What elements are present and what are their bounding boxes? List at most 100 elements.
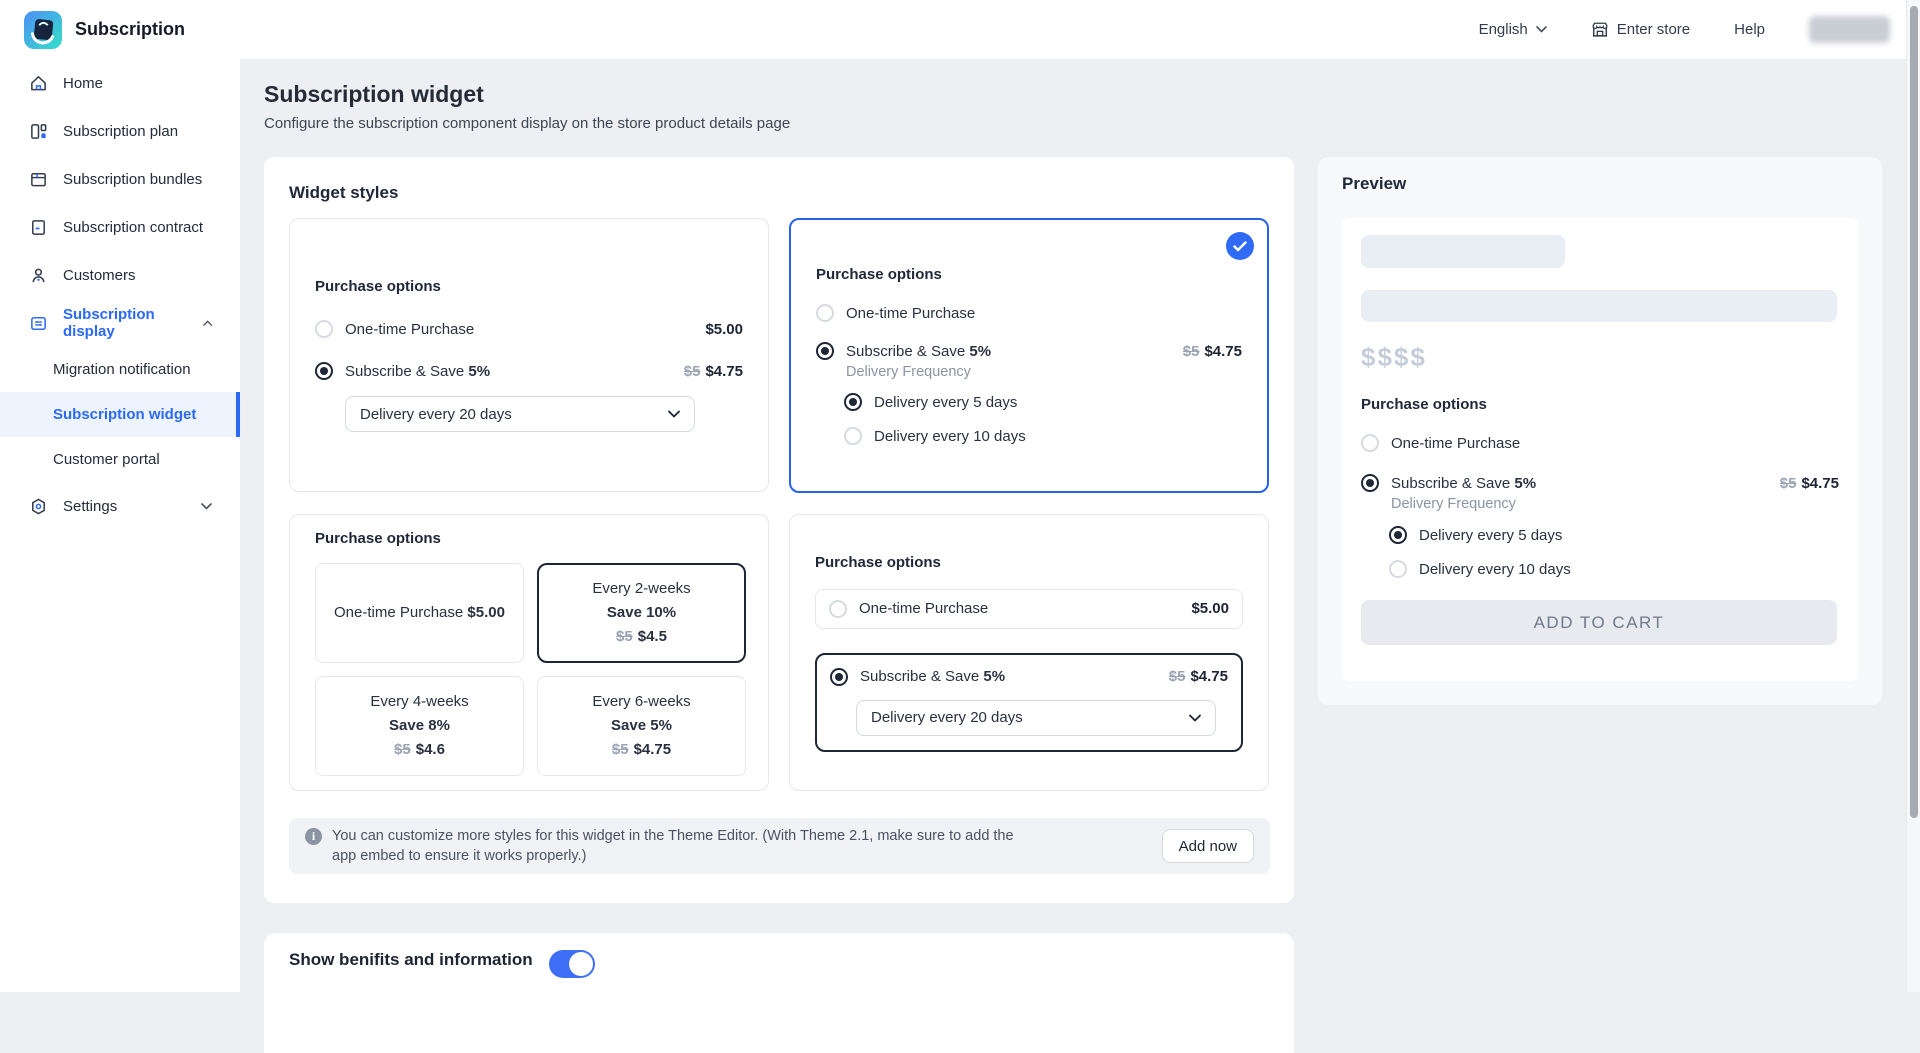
purchase-options-heading: Purchase options xyxy=(1361,396,1839,413)
sidebar: Home Subscription plan Subscription bund… xyxy=(0,59,240,992)
one-time-label: One-time Purchase xyxy=(1391,435,1520,452)
one-time-option-boxed[interactable]: One-time Purchase $5.00 xyxy=(815,589,1243,629)
delivery-frequency-label: Delivery Frequency xyxy=(1391,496,1839,512)
radio-checked[interactable] xyxy=(1389,526,1407,544)
plan-box-one-time[interactable]: One-time Purchase $5.00 xyxy=(315,563,524,663)
selected-badge xyxy=(1226,232,1254,260)
sidebar-item-subscription-display[interactable]: Subscription display xyxy=(0,299,240,347)
radio-unchecked[interactable] xyxy=(1389,560,1407,578)
home-icon xyxy=(29,74,48,93)
subscribe-price: $5$4.75 xyxy=(1169,668,1228,685)
store-name-blurred xyxy=(1809,16,1890,43)
subscribe-price: $5$4.75 xyxy=(684,363,743,380)
one-time-option[interactable]: One-time Purchase xyxy=(816,304,1242,322)
preview-title: Preview xyxy=(1342,174,1406,194)
skeleton-product-title xyxy=(1361,235,1565,268)
radio-checked[interactable] xyxy=(315,362,333,380)
sidebar-item-migration-notification[interactable]: Migration notification xyxy=(0,347,240,392)
subscribe-option[interactable]: Subscribe & Save 5% $5$4.75 xyxy=(830,668,1228,686)
sidebar-item-home[interactable]: Home xyxy=(0,59,240,107)
delivery-10-label: Delivery every 10 days xyxy=(874,428,1026,445)
sidebar-item-label: Customer portal xyxy=(53,451,160,468)
storefront-icon xyxy=(1591,21,1609,39)
radio-unchecked[interactable] xyxy=(829,600,847,618)
delivery-10-option[interactable]: Delivery every 10 days xyxy=(1389,560,1839,578)
widget-style-option-1[interactable]: Purchase options One-time Purchase $5.00… xyxy=(289,218,769,492)
help-button[interactable]: Help xyxy=(1734,21,1765,38)
plan-title: Every 2-weeks xyxy=(592,580,690,597)
widget-styles-title: Widget styles xyxy=(289,183,398,203)
subscribe-option[interactable]: Subscribe & Save 5% $5$4.75 xyxy=(1361,474,1839,492)
plan-price: $5$4.5 xyxy=(616,628,667,645)
sidebar-item-label: Subscription contract xyxy=(63,219,203,236)
plan-box-4-weeks[interactable]: Every 4-weeks Save 8% $5$4.6 xyxy=(315,676,524,776)
plan-save: Save 10% xyxy=(607,604,676,621)
subscribe-label: Subscribe & Save 5% xyxy=(345,363,490,380)
delivery-5-option[interactable]: Delivery every 5 days xyxy=(1389,526,1839,544)
bundles-icon xyxy=(29,170,48,189)
radio-checked[interactable] xyxy=(830,668,848,686)
add-to-cart-button[interactable]: ADD TO CART xyxy=(1361,600,1837,645)
widget-style-option-3[interactable]: Purchase options One-time Purchase $5.00… xyxy=(289,514,769,791)
sidebar-item-subscription-plan[interactable]: Subscription plan xyxy=(0,107,240,155)
vertical-scrollbar[interactable] xyxy=(1906,0,1920,992)
plan-box-6-weeks[interactable]: Every 6-weeks Save 5% $5$4.75 xyxy=(537,676,746,776)
sidebar-item-label: Subscription bundles xyxy=(63,171,202,188)
top-bar: Subscription English Enter store Help xyxy=(0,0,1906,59)
plan-save: Save 5% xyxy=(611,717,672,734)
selected-delivery-option: Delivery every 20 days xyxy=(360,406,512,423)
subscribe-option-boxed[interactable]: Subscribe & Save 5% $5$4.75 Delivery eve… xyxy=(815,653,1243,752)
radio-checked[interactable] xyxy=(1361,474,1379,492)
radio-unchecked[interactable] xyxy=(315,320,333,338)
subscribe-price: $5$4.75 xyxy=(1780,475,1839,492)
settings-icon xyxy=(29,497,48,516)
one-time-option[interactable]: One-time Purchase xyxy=(1361,434,1839,452)
subscribe-option[interactable]: Subscribe & Save 5% $5$4.75 xyxy=(315,362,743,380)
sidebar-item-settings[interactable]: Settings xyxy=(0,482,240,530)
enter-store-button[interactable]: Enter store xyxy=(1591,21,1690,39)
sidebar-item-customers[interactable]: Customers xyxy=(0,251,240,299)
plan-grid: One-time Purchase $5.00 Every 2-weeks Sa… xyxy=(315,563,743,776)
language-selector[interactable]: English xyxy=(1479,21,1547,38)
radio-unchecked[interactable] xyxy=(816,304,834,322)
benefits-toggle-on[interactable] xyxy=(549,950,595,978)
delivery-frequency-select[interactable]: Delivery every 20 days xyxy=(345,396,695,432)
radio-unchecked[interactable] xyxy=(1361,434,1379,452)
sidebar-item-customer-portal[interactable]: Customer portal xyxy=(0,437,240,482)
widget-style-option-2-selected[interactable]: Purchase options One-time Purchase Subsc… xyxy=(789,218,1269,493)
radio-checked[interactable] xyxy=(816,342,834,360)
radio-checked[interactable] xyxy=(844,393,862,411)
sidebar-item-subscription-contract[interactable]: Subscription contract xyxy=(0,203,240,251)
one-time-label: One-time Purchase xyxy=(859,600,988,617)
scrollbar-thumb[interactable] xyxy=(1910,6,1918,818)
sidebar-item-label: Home xyxy=(63,75,103,92)
page-subtitle: Configure the subscription component dis… xyxy=(264,115,790,132)
contract-icon xyxy=(29,218,48,237)
radio-unchecked[interactable] xyxy=(844,427,862,445)
sidebar-item-subscription-bundles[interactable]: Subscription bundles xyxy=(0,155,240,203)
delivery-5-label: Delivery every 5 days xyxy=(874,394,1017,411)
enter-store-label: Enter store xyxy=(1617,21,1690,38)
widget-styles-card: Widget styles Purchase options One-time … xyxy=(264,157,1294,903)
add-now-button[interactable]: Add now xyxy=(1162,829,1254,863)
preview-product-card: $$$$ Purchase options One-time Purchase … xyxy=(1342,218,1858,681)
page-title: Subscription widget xyxy=(264,81,484,108)
price-placeholder: $$$$ xyxy=(1361,342,1839,373)
delivery-5-option[interactable]: Delivery every 5 days xyxy=(844,393,1242,411)
plan-box-2-weeks-selected[interactable]: Every 2-weeks Save 10% $5$4.5 xyxy=(537,563,746,663)
preview-panel: Preview $$$$ Purchase options One-time P… xyxy=(1318,157,1882,705)
plan-one-time-text: One-time Purchase $5.00 xyxy=(334,604,505,621)
display-icon xyxy=(29,314,48,333)
subscribe-label: Subscribe & Save 5% xyxy=(846,343,991,360)
chevron-down-icon xyxy=(668,410,680,418)
purchase-options-heading: Purchase options xyxy=(315,530,743,547)
one-time-option[interactable]: One-time Purchase $5.00 xyxy=(315,320,743,338)
delivery-10-option[interactable]: Delivery every 10 days xyxy=(844,427,1242,445)
skeleton-product-line xyxy=(1361,290,1837,322)
delivery-frequency-select[interactable]: Delivery every 20 days xyxy=(856,700,1216,736)
subscribe-option[interactable]: Subscribe & Save 5% $5$4.75 xyxy=(816,342,1242,360)
delivery-10-label: Delivery every 10 days xyxy=(1419,561,1571,578)
sidebar-item-subscription-widget[interactable]: Subscription widget xyxy=(0,392,240,437)
widget-style-option-4[interactable]: Purchase options One-time Purchase $5.00… xyxy=(789,514,1269,791)
subscribe-price: $5$4.75 xyxy=(1183,343,1242,360)
